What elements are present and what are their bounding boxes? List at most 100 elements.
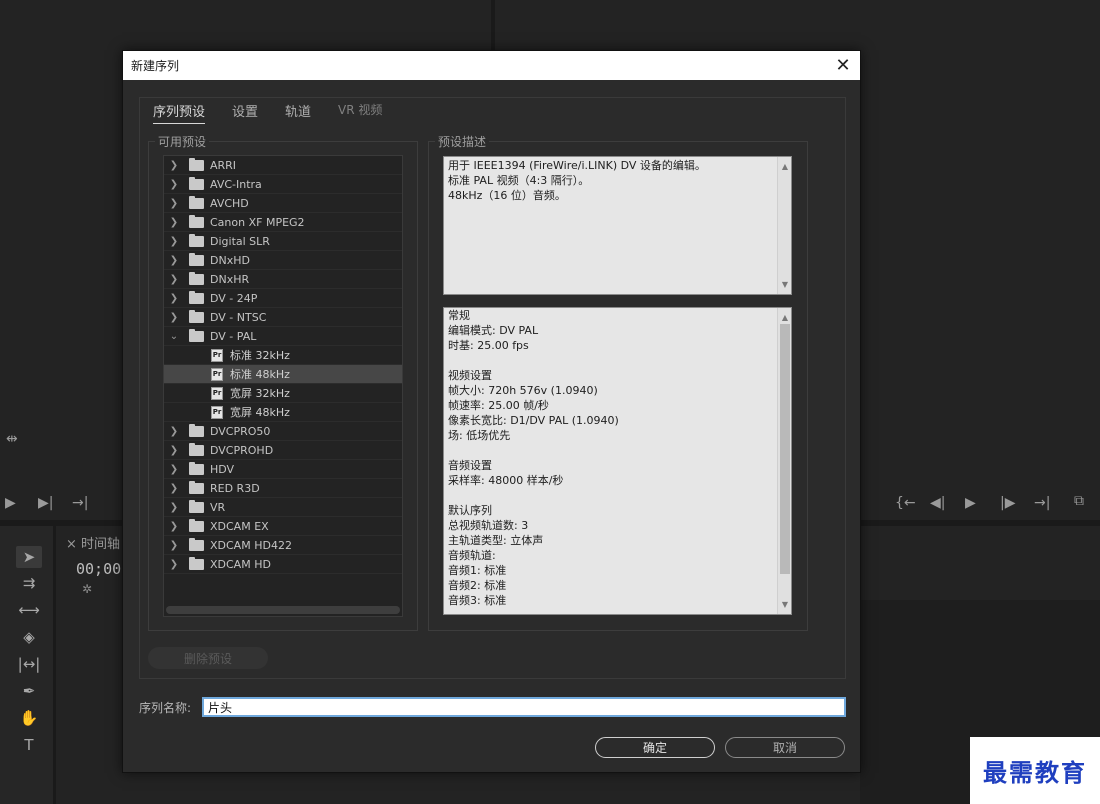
details-line bbox=[448, 353, 787, 368]
details-scrollbar[interactable]: ▲ ▼ bbox=[777, 308, 791, 614]
cancel-button[interactable]: 取消 bbox=[725, 737, 845, 758]
tree-folder-dvcprohd[interactable]: ❯ DVCPROHD bbox=[164, 441, 402, 460]
chevron-right-icon[interactable]: ❯ bbox=[169, 502, 179, 513]
tree-folder-hdv[interactable]: ❯ HDV bbox=[164, 460, 402, 479]
chevron-down-icon[interactable]: ⌄ bbox=[169, 331, 179, 342]
scroll-thumb[interactable] bbox=[780, 324, 790, 574]
program-go-to-out-icon[interactable]: →| bbox=[1034, 496, 1050, 510]
tree-folder-canon-xf[interactable]: ❯ Canon XF MPEG2 bbox=[164, 213, 402, 232]
tree-folder-avc-intra[interactable]: ❯ AVC-Intra bbox=[164, 175, 402, 194]
folder-icon bbox=[189, 499, 204, 513]
chevron-right-icon[interactable]: ❯ bbox=[169, 198, 179, 209]
chevron-right-icon[interactable]: ❯ bbox=[169, 236, 179, 247]
tree-preset-widescreen-48khz[interactable]: Pr 宽屏 48kHz bbox=[164, 403, 402, 422]
type-tool-icon[interactable]: T bbox=[16, 734, 42, 756]
chevron-right-icon[interactable]: ❯ bbox=[169, 293, 179, 304]
tree-horizontal-scrollbar[interactable] bbox=[166, 606, 400, 614]
program-step-forward-icon[interactable]: |▶ bbox=[1000, 496, 1015, 510]
tree-folder-dv-ntsc[interactable]: ❯ DV - NTSC bbox=[164, 308, 402, 327]
tree-folder-arri[interactable]: ❯ ARRI bbox=[164, 156, 402, 175]
slip-tool-icon[interactable]: |↔| bbox=[16, 653, 42, 675]
delete-preset-button[interactable]: 删除预设 bbox=[148, 647, 268, 669]
chevron-right-icon[interactable]: ❯ bbox=[169, 274, 179, 285]
tree-folder-xdcam-hd[interactable]: ❯ XDCAM HD bbox=[164, 555, 402, 574]
tree-folder-xdcam-hd422[interactable]: ❯ XDCAM HD422 bbox=[164, 536, 402, 555]
details-line: 像素长宽比: D1/DV PAL (1.0940) bbox=[448, 414, 619, 427]
chevron-right-icon[interactable]: ❯ bbox=[169, 426, 179, 437]
scroll-up-icon[interactable]: ▲ bbox=[778, 159, 791, 174]
tab-vr-video[interactable]: VR 视频 bbox=[338, 101, 382, 124]
chevron-right-icon[interactable]: ❯ bbox=[169, 160, 179, 171]
tree-folder-vr[interactable]: ❯ VR bbox=[164, 498, 402, 517]
chevron-right-icon[interactable]: ❯ bbox=[169, 540, 179, 551]
tree-folder-digital-slr[interactable]: ❯ Digital SLR bbox=[164, 232, 402, 251]
pen-tool-icon[interactable]: ✒ bbox=[16, 680, 42, 702]
tree-preset-standard-48khz[interactable]: Pr 标准 48kHz bbox=[164, 365, 402, 384]
tree-folder-dv-pal[interactable]: ⌄ DV - PAL bbox=[164, 327, 402, 346]
details-line bbox=[448, 443, 787, 458]
sequence-name-input[interactable] bbox=[202, 697, 846, 717]
sequence-name-label: 序列名称: bbox=[139, 701, 192, 715]
folder-label: DV - PAL bbox=[210, 329, 257, 343]
folder-icon bbox=[189, 309, 204, 323]
chevron-right-icon[interactable]: ❯ bbox=[169, 559, 179, 570]
tree-folder-dv-24p[interactable]: ❯ DV - 24P bbox=[164, 289, 402, 308]
chevron-right-icon[interactable]: ❯ bbox=[169, 179, 179, 190]
hand-tool-icon[interactable]: ✋ bbox=[16, 707, 42, 729]
tree-folder-dnxhr[interactable]: ❯ DNxHR bbox=[164, 270, 402, 289]
folder-label: XDCAM EX bbox=[210, 519, 269, 533]
scroll-up-icon[interactable]: ▲ bbox=[778, 310, 791, 325]
chevron-right-icon[interactable]: ❯ bbox=[169, 312, 179, 323]
drag-handle-icon[interactable]: ⇹ bbox=[6, 432, 18, 446]
tree-preset-standard-32khz[interactable]: Pr 标准 32kHz bbox=[164, 346, 402, 365]
details-line: 帧大小: 720h 576v (1.0940) bbox=[448, 384, 598, 397]
scroll-down-icon[interactable]: ▼ bbox=[778, 597, 791, 612]
step-forward-icon[interactable]: ▶| bbox=[38, 496, 53, 510]
folder-icon bbox=[189, 423, 204, 437]
description-scrollbar[interactable]: ▲ ▼ bbox=[777, 157, 791, 294]
available-presets-label: 可用预设 bbox=[155, 133, 210, 150]
ripple-edit-tool-icon[interactable]: ⟷ bbox=[16, 599, 42, 621]
preset-details-text[interactable]: 常规 编辑模式: DV PAL 时基: 25.00 fps 视频设置 帧大小: … bbox=[443, 307, 792, 615]
program-play-icon[interactable]: ▶ bbox=[965, 496, 976, 510]
close-icon[interactable]: ✕ bbox=[832, 54, 854, 76]
preset-description-text[interactable]: 用于 IEEE1394 (FireWire/i.LINK) DV 设备的编辑。 … bbox=[443, 156, 792, 295]
tree-folder-red-r3d[interactable]: ❯ RED R3D bbox=[164, 479, 402, 498]
tree-folder-xdcam-ex[interactable]: ❯ XDCAM EX bbox=[164, 517, 402, 536]
scroll-down-icon[interactable]: ▼ bbox=[778, 277, 791, 292]
go-to-out-icon[interactable]: →| bbox=[72, 496, 88, 510]
premiere-preset-icon: Pr bbox=[211, 367, 223, 381]
folder-label: DNxHR bbox=[210, 272, 250, 286]
tab-tracks[interactable]: 轨道 bbox=[285, 101, 311, 124]
timeline-tab[interactable]: × 时间轴 bbox=[66, 533, 120, 552]
chevron-right-icon[interactable]: ❯ bbox=[169, 445, 179, 456]
folder-icon bbox=[189, 480, 204, 494]
chevron-right-icon[interactable]: ❯ bbox=[169, 464, 179, 475]
tab-settings[interactable]: 设置 bbox=[232, 101, 258, 124]
export-frame-icon[interactable]: ⧉ bbox=[1074, 494, 1084, 508]
preset-description-label: 预设描述 bbox=[435, 133, 490, 150]
snap-icon[interactable]: ✲ bbox=[82, 582, 92, 596]
folder-label: DNxHD bbox=[210, 253, 250, 267]
chevron-right-icon[interactable]: ❯ bbox=[169, 255, 179, 266]
play-icon[interactable]: ▶ bbox=[5, 496, 16, 510]
details-line: 音频轨道: bbox=[448, 549, 496, 562]
track-select-tool-icon[interactable]: ⇉ bbox=[16, 572, 42, 594]
ok-button[interactable]: 确定 bbox=[595, 737, 715, 758]
chevron-right-icon[interactable]: ❯ bbox=[169, 483, 179, 494]
step-back-icon[interactable]: ◀| bbox=[930, 496, 945, 510]
go-to-in-icon[interactable]: {← bbox=[895, 496, 916, 510]
tree-folder-avchd[interactable]: ❯ AVCHD bbox=[164, 194, 402, 213]
description-line: 标准 PAL 视频（4:3 隔行）。 bbox=[448, 174, 590, 187]
preset-tree[interactable]: ❯ ARRI ❯ AVC-Intra ❯ AVCHD ❯ Canon XF MPEG2 … bbox=[163, 155, 403, 617]
folder-label: DVCPROHD bbox=[210, 443, 274, 457]
tree-folder-dnxhd[interactable]: ❯ DNxHD bbox=[164, 251, 402, 270]
tree-folder-dvcpro50[interactable]: ❯ DVCPRO50 bbox=[164, 422, 402, 441]
folder-icon bbox=[189, 461, 204, 475]
razor-tool-icon[interactable]: ◈ bbox=[16, 626, 42, 648]
chevron-right-icon[interactable]: ❯ bbox=[169, 217, 179, 228]
tree-preset-widescreen-32khz[interactable]: Pr 宽屏 32kHz bbox=[164, 384, 402, 403]
chevron-right-icon[interactable]: ❯ bbox=[169, 521, 179, 532]
selection-tool-icon[interactable]: ➤ bbox=[16, 546, 42, 568]
tab-sequence-presets[interactable]: 序列预设 bbox=[153, 101, 206, 124]
